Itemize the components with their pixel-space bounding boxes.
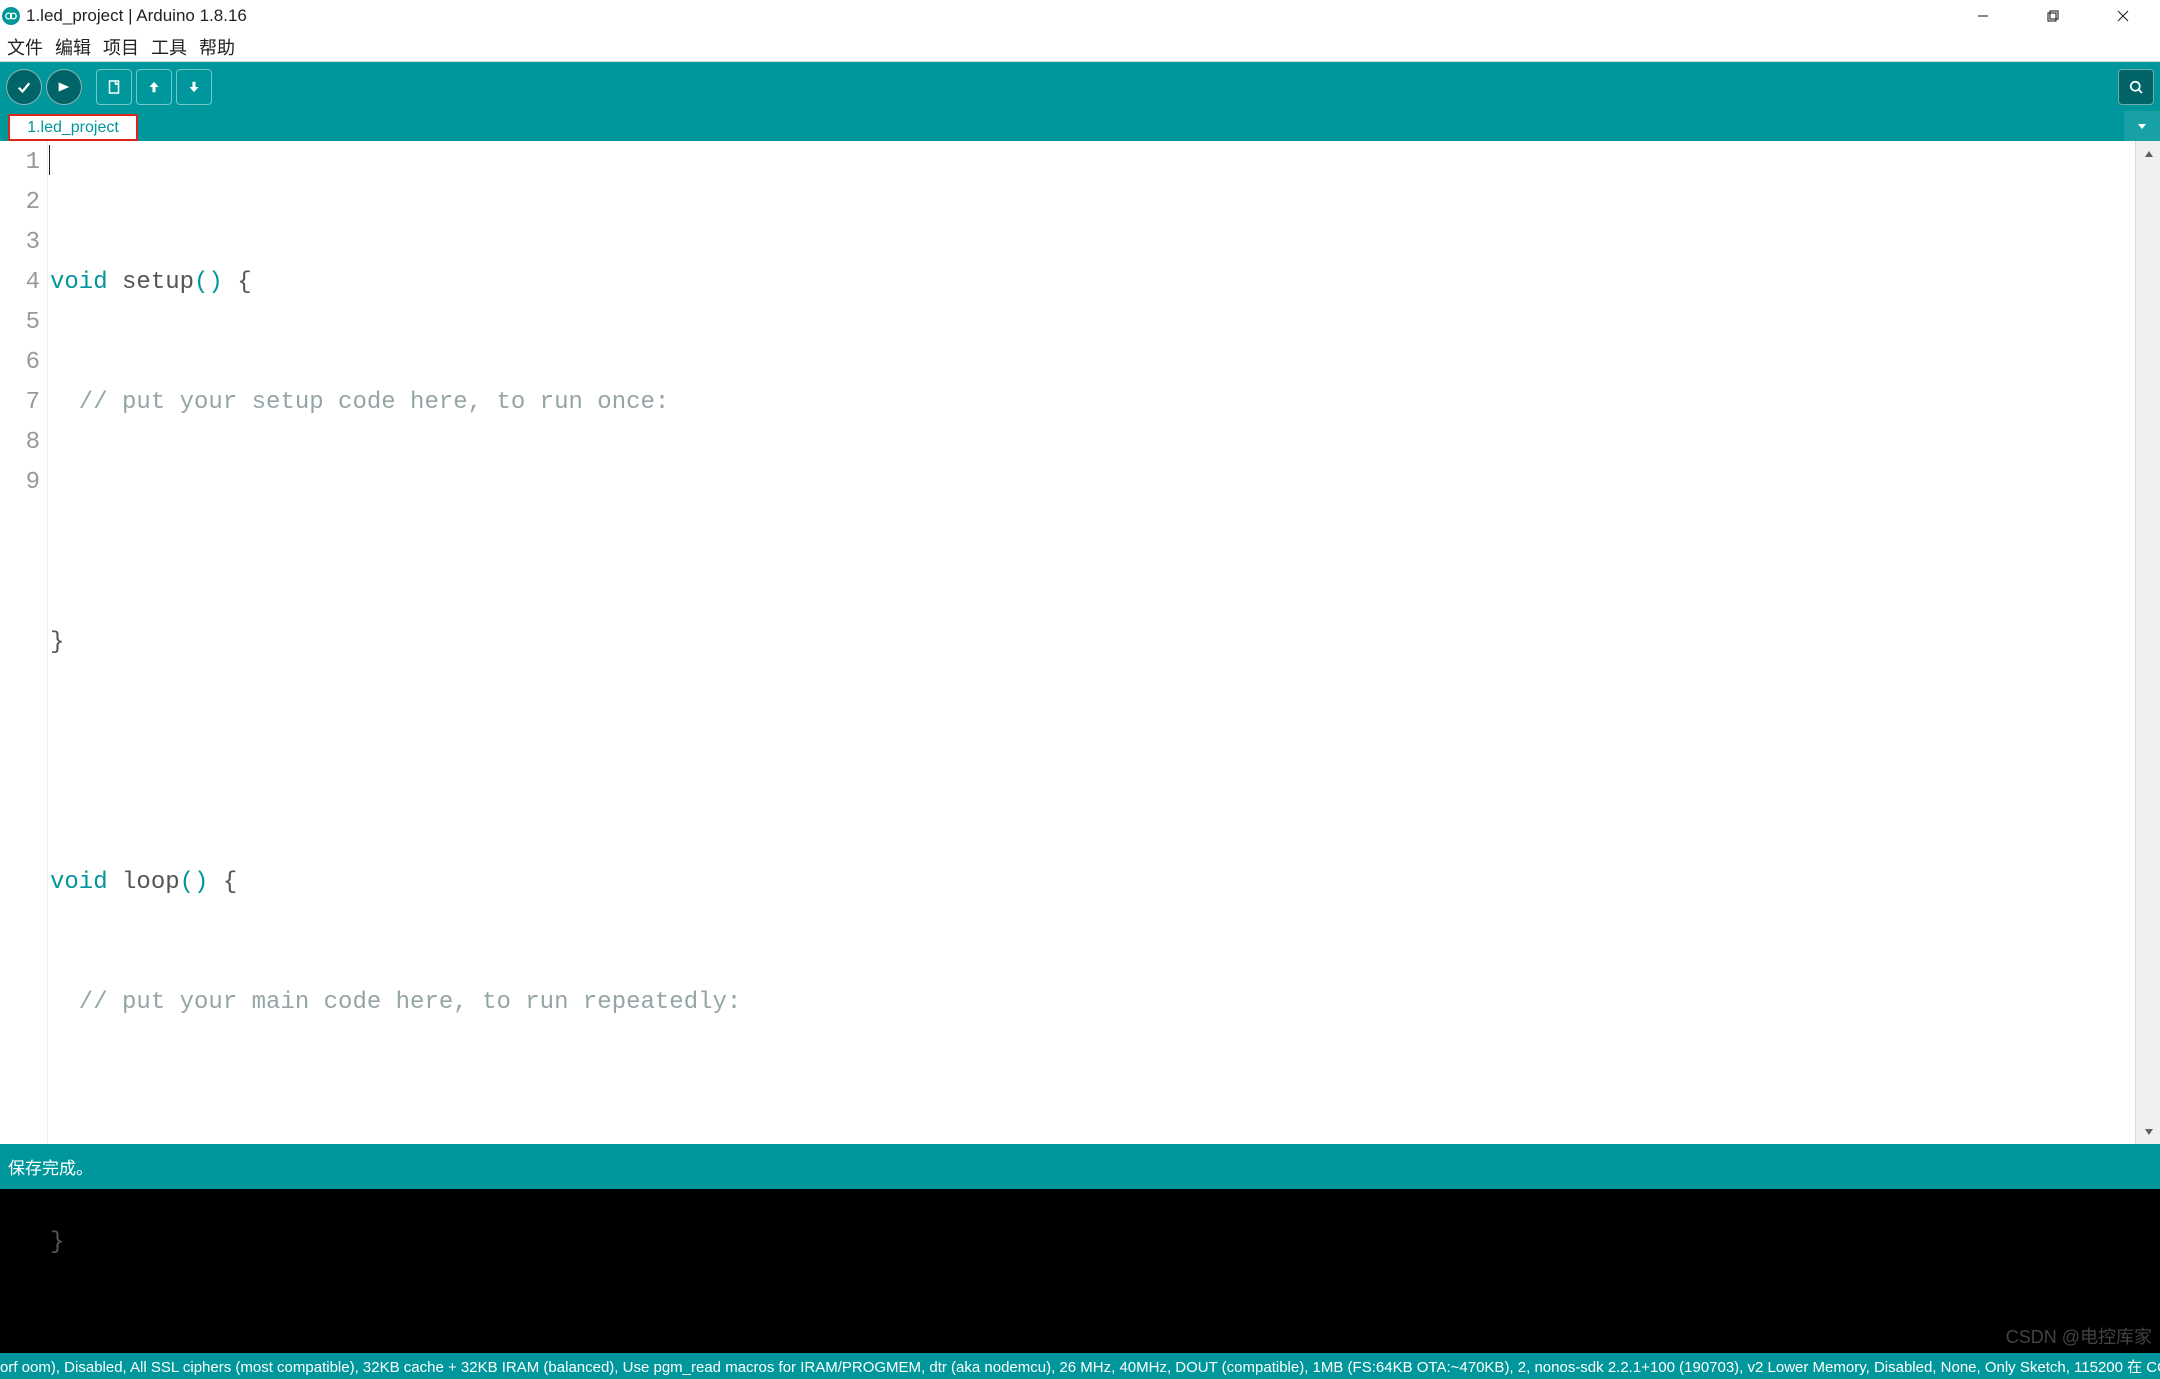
line-number: 1 [0,143,40,183]
tab-active[interactable]: 1.led_project [8,114,138,141]
menu-help[interactable]: 帮助 [194,32,240,62]
code-token: void [50,269,108,296]
new-button[interactable] [96,69,132,105]
verify-button[interactable] [6,69,42,105]
minimize-button[interactable] [1948,0,2018,32]
menu-edit[interactable]: 编辑 [50,32,96,62]
code-token: { [208,869,237,896]
line-number: 9 [0,463,40,503]
line-number: 3 [0,223,40,263]
code-token: } [50,629,64,656]
code-token: } [50,1229,64,1256]
line-number: 6 [0,343,40,383]
vertical-scrollbar[interactable] [2135,141,2160,1144]
upload-button[interactable] [46,69,82,105]
code-token: () [180,869,209,896]
maximize-button[interactable] [2018,0,2088,32]
menu-tools[interactable]: 工具 [146,32,192,62]
line-number: 7 [0,383,40,423]
title-left: 1.led_project | Arduino 1.8.16 [2,6,247,26]
line-number: 8 [0,423,40,463]
window-controls [1948,0,2158,32]
toolbar [0,62,2160,111]
bottom-status-bar: orf oom), Disabled, All SSL ciphers (mos… [0,1353,2160,1379]
save-button[interactable] [176,69,212,105]
menu-bar: 文件 编辑 项目 工具 帮助 [0,32,2160,62]
open-button[interactable] [136,69,172,105]
editor: 1 2 3 4 5 6 7 8 9 void setup() { // put … [0,141,2160,1144]
arduino-app-icon [2,7,20,25]
code-area[interactable]: void setup() { // put your setup code he… [48,141,2135,1144]
code-token: // put your setup code here, to run once… [50,389,669,416]
code-token: setup [108,269,194,296]
code-token: { [223,269,252,296]
line-number-gutter: 1 2 3 4 5 6 7 8 9 [0,141,48,1144]
line-number: 2 [0,183,40,223]
scroll-up-arrow-icon[interactable] [2136,141,2160,166]
line-number: 4 [0,263,40,303]
window-title: 1.led_project | Arduino 1.8.16 [26,6,247,26]
text-cursor [49,145,50,175]
line-number: 5 [0,303,40,343]
menu-file[interactable]: 文件 [2,32,48,62]
close-button[interactable] [2088,0,2158,32]
code-token: void [50,869,108,896]
scroll-down-arrow-icon[interactable] [2136,1119,2160,1144]
serial-monitor-button[interactable] [2118,69,2154,105]
code-token: loop [108,869,180,896]
board-info: orf oom), Disabled, All SSL ciphers (mos… [0,1353,2160,1379]
code-token: // put your main code here, to run repea… [50,989,741,1016]
code-token: () [194,269,223,296]
title-bar: 1.led_project | Arduino 1.8.16 [0,0,2160,32]
menu-sketch[interactable]: 项目 [98,32,144,62]
tab-bar: 1.led_project [0,111,2160,141]
tab-dropdown-button[interactable] [2124,111,2160,141]
